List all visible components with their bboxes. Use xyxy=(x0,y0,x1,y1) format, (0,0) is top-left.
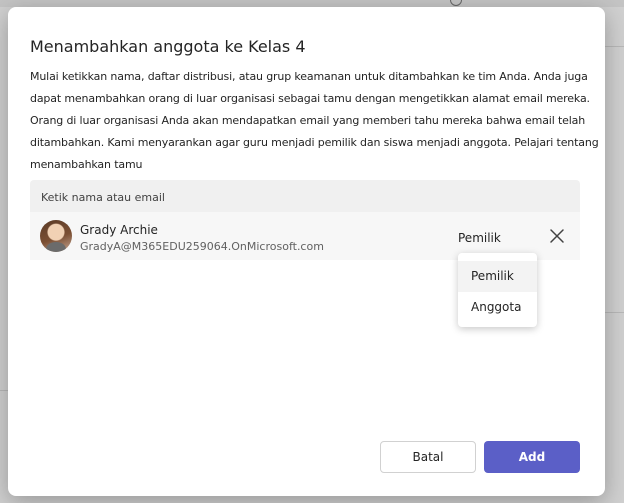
role-option-anggota[interactable]: Anggota xyxy=(458,292,537,323)
remove-member-button[interactable] xyxy=(548,227,566,245)
background-divider xyxy=(605,312,624,313)
search-input[interactable]: Ketik nama atau email xyxy=(30,180,580,212)
member-name: Grady Archie xyxy=(80,223,158,237)
background-header xyxy=(0,0,624,7)
description-text: Mulai ketikkan nama, daftar distribusi, … xyxy=(30,70,590,149)
dialog-title: Menambahkan anggota ke Kelas 4 xyxy=(30,37,306,56)
role-option-pemilik[interactable]: Pemilik xyxy=(458,261,537,292)
cancel-button[interactable]: Batal xyxy=(380,441,476,473)
member-email: GradyA@M365EDU259064.OnMicrosoft.com xyxy=(80,240,324,253)
role-select[interactable]: Pemilik xyxy=(458,231,501,245)
add-members-dialog: Menambahkan anggota ke Kelas 4 Mulai ket… xyxy=(8,7,605,496)
avatar xyxy=(40,220,72,252)
add-button[interactable]: Add xyxy=(484,441,580,473)
avatar-figure xyxy=(46,242,66,252)
background-divider xyxy=(0,390,8,391)
background-divider xyxy=(605,46,624,47)
role-dropdown-menu: Pemilik Anggota xyxy=(458,253,537,327)
close-icon xyxy=(550,229,564,243)
dialog-description: Mulai ketikkan nama, daftar distribusi, … xyxy=(30,66,602,176)
